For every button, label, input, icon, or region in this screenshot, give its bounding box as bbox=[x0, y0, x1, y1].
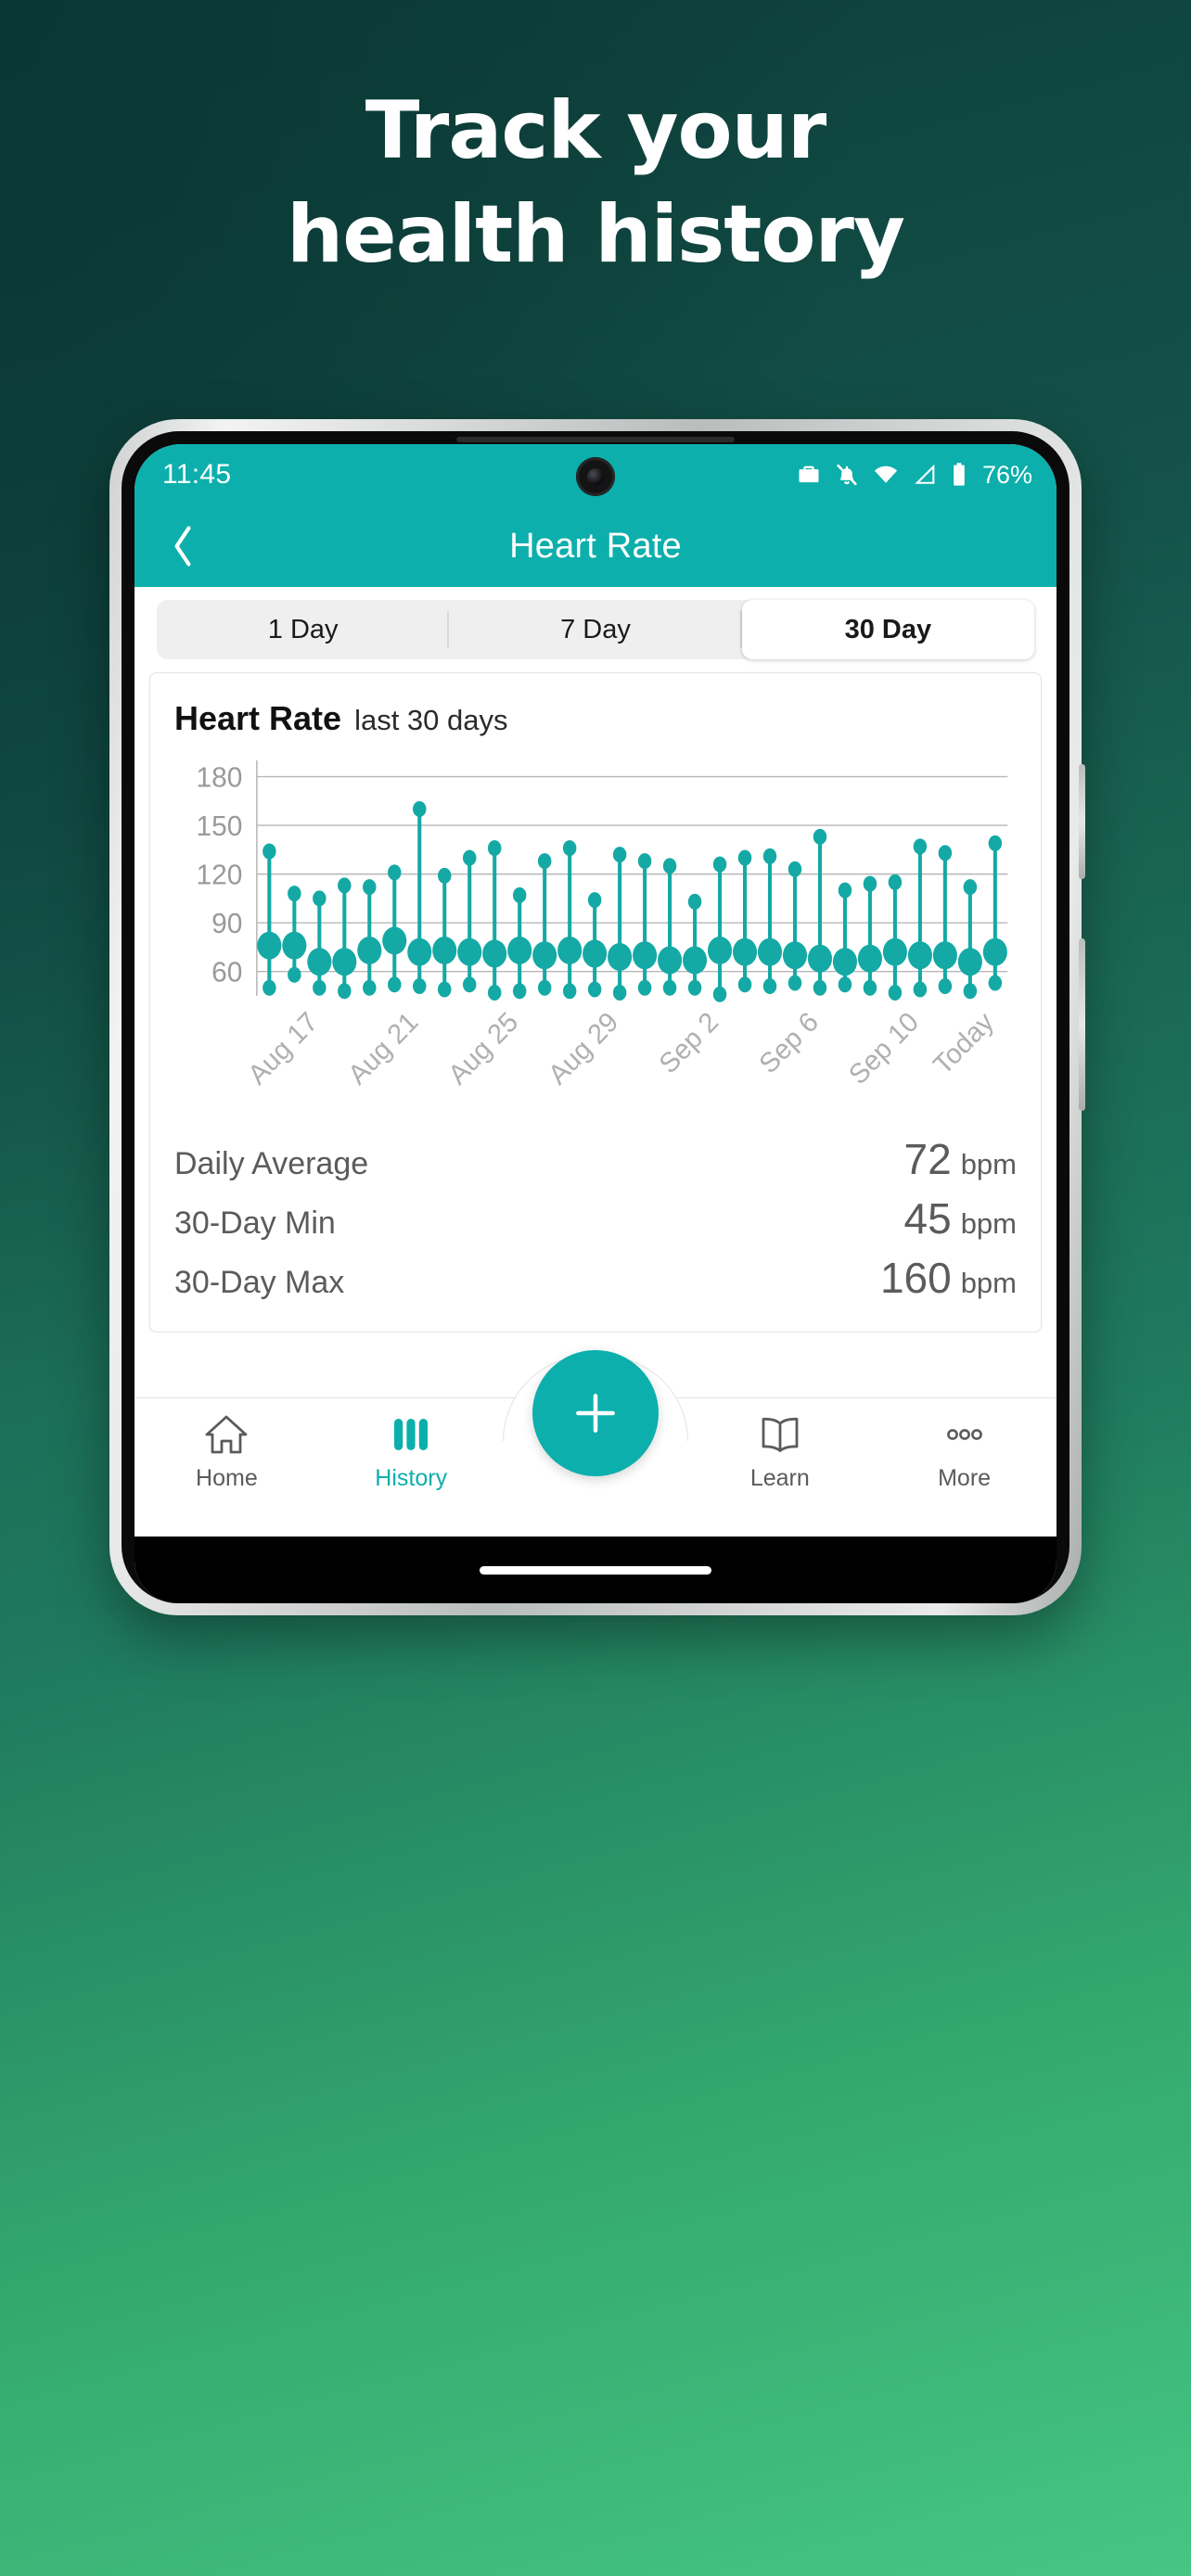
stat-unit: bpm bbox=[960, 1267, 1017, 1299]
nav-item-history[interactable]: History bbox=[319, 1398, 504, 1492]
app-bar: Heart Rate bbox=[134, 505, 1057, 587]
status-bar: 11:45 76% bbox=[134, 444, 1057, 505]
nav-label: Home bbox=[196, 1465, 258, 1491]
promo-headline: Track your health history bbox=[0, 91, 1191, 274]
nav-item-home[interactable]: Home bbox=[134, 1398, 319, 1492]
stat-unit: bpm bbox=[960, 1148, 1017, 1180]
heart-rate-chart[interactable]: 60 90 120 150 180 Aug 17 Aug 21 Aug 25 Aug 29 Sep… bbox=[174, 753, 1017, 1115]
chevron-left-icon bbox=[174, 526, 191, 567]
stat-value: 45 bbox=[903, 1194, 952, 1243]
phone-screen: 11:45 76% Heart Rate 1 Day 7 Day 30 Day … bbox=[134, 444, 1057, 1603]
stat-value: 160 bbox=[879, 1254, 952, 1302]
notifications-muted-icon bbox=[834, 462, 860, 488]
tab-30-day[interactable]: 30 Day bbox=[741, 600, 1034, 659]
svg-text:Sep 2: Sep 2 bbox=[653, 1006, 724, 1079]
svg-text:Today: Today bbox=[928, 1006, 1000, 1081]
volume-button[interactable] bbox=[1079, 764, 1085, 879]
back-button[interactable] bbox=[155, 518, 211, 574]
card-subtitle: last 30 days bbox=[354, 704, 508, 736]
phone-bezel: 11:45 76% Heart Rate 1 Day 7 Day 30 Day … bbox=[122, 431, 1069, 1603]
bar-chart-icon bbox=[394, 1419, 429, 1450]
more-dots-icon bbox=[946, 1429, 982, 1440]
nav-item-learn[interactable]: Learn bbox=[687, 1398, 872, 1492]
tab-7-day[interactable]: 7 Day bbox=[449, 600, 742, 659]
battery-icon bbox=[950, 462, 968, 488]
heart-rate-card: Heart Rate last 30 days 60 90 120 150 180 Aug… bbox=[149, 672, 1042, 1333]
card-header: Heart Rate last 30 days bbox=[174, 699, 1017, 738]
headline-line-2: health history bbox=[287, 188, 905, 281]
svg-text:Aug 17: Aug 17 bbox=[242, 1006, 324, 1090]
svg-text:180: 180 bbox=[196, 761, 242, 794]
svg-text:150: 150 bbox=[196, 810, 242, 843]
tab-1-day[interactable]: 1 Day bbox=[157, 600, 450, 659]
status-clock: 11:45 bbox=[162, 459, 232, 490]
nav-label: More bbox=[938, 1465, 992, 1491]
stat-label: 30-Day Min bbox=[174, 1205, 336, 1241]
svg-text:120: 120 bbox=[196, 859, 242, 891]
heart-rate-chart-svg: 60 90 120 150 180 Aug 17 Aug 21 Aug 25 Aug 29 Sep… bbox=[196, 760, 1008, 1090]
stat-row-30-day-max: 30-Day Max 160 bpm bbox=[174, 1248, 1017, 1307]
gesture-home-bar[interactable] bbox=[480, 1565, 711, 1575]
book-icon bbox=[762, 1417, 799, 1452]
svg-text:90: 90 bbox=[211, 908, 242, 940]
stat-row-30-day-min: 30-Day Min 45 bpm bbox=[174, 1189, 1017, 1248]
nav-label: Learn bbox=[749, 1465, 810, 1491]
stat-row-daily-average: Daily Average 72 bpm bbox=[174, 1129, 1017, 1189]
front-camera-punchhole bbox=[576, 457, 615, 496]
stat-label: 30-Day Max bbox=[174, 1265, 345, 1300]
summary-stats: Daily Average 72 bpm 30-Day Min 45 bpm 3… bbox=[174, 1129, 1017, 1307]
power-button[interactable] bbox=[1079, 938, 1085, 1111]
home-icon bbox=[205, 1415, 248, 1454]
stat-value-group: 160 bpm bbox=[880, 1253, 1017, 1303]
stat-label: Daily Average bbox=[174, 1146, 369, 1181]
svg-text:60: 60 bbox=[211, 956, 242, 988]
nav-label: History bbox=[375, 1465, 448, 1491]
phone-mockup: 11:45 76% Heart Rate 1 Day 7 Day 30 Day … bbox=[109, 419, 1085, 1615]
card-title: Heart Rate bbox=[174, 699, 342, 737]
segmented-control: 1 Day 7 Day 30 Day bbox=[157, 600, 1034, 659]
stat-unit: bpm bbox=[960, 1207, 1017, 1240]
svg-text:Aug 29: Aug 29 bbox=[543, 1006, 624, 1090]
range-selector: 1 Day 7 Day 30 Day bbox=[134, 587, 1057, 669]
page-title: Heart Rate bbox=[509, 526, 682, 566]
battery-percent-label: 76% bbox=[981, 460, 1032, 489]
work-briefcase-icon bbox=[796, 462, 822, 488]
status-icon-group: 76% bbox=[796, 461, 1032, 490]
nav-item-more[interactable]: More bbox=[872, 1398, 1057, 1492]
cellular-signal-icon bbox=[912, 462, 938, 488]
stat-value-group: 72 bpm bbox=[904, 1134, 1017, 1184]
svg-text:Aug 25: Aug 25 bbox=[442, 1006, 524, 1090]
bottom-navigation: Home History Learn More bbox=[134, 1350, 1057, 1537]
plus-icon bbox=[576, 1394, 615, 1433]
stat-value: 72 bbox=[903, 1135, 952, 1183]
earpiece-speaker bbox=[456, 437, 735, 442]
app-content: Heart Rate 1 Day 7 Day 30 Day Heart Rate… bbox=[134, 505, 1057, 1603]
wifi-icon bbox=[872, 462, 900, 488]
card-area: Heart Rate last 30 days 60 90 120 150 180 Aug… bbox=[134, 669, 1057, 1333]
add-entry-fab[interactable] bbox=[532, 1350, 659, 1476]
svg-text:Sep 10: Sep 10 bbox=[843, 1006, 925, 1090]
phone-body: 11:45 76% Heart Rate 1 Day 7 Day 30 Day … bbox=[109, 419, 1085, 1615]
headline-line-1: Track your bbox=[365, 84, 827, 177]
system-gesture-area bbox=[134, 1537, 1057, 1603]
stat-value-group: 45 bpm bbox=[904, 1193, 1017, 1243]
svg-text:Aug 21: Aug 21 bbox=[342, 1006, 424, 1090]
svg-text:Sep 6: Sep 6 bbox=[753, 1006, 824, 1079]
